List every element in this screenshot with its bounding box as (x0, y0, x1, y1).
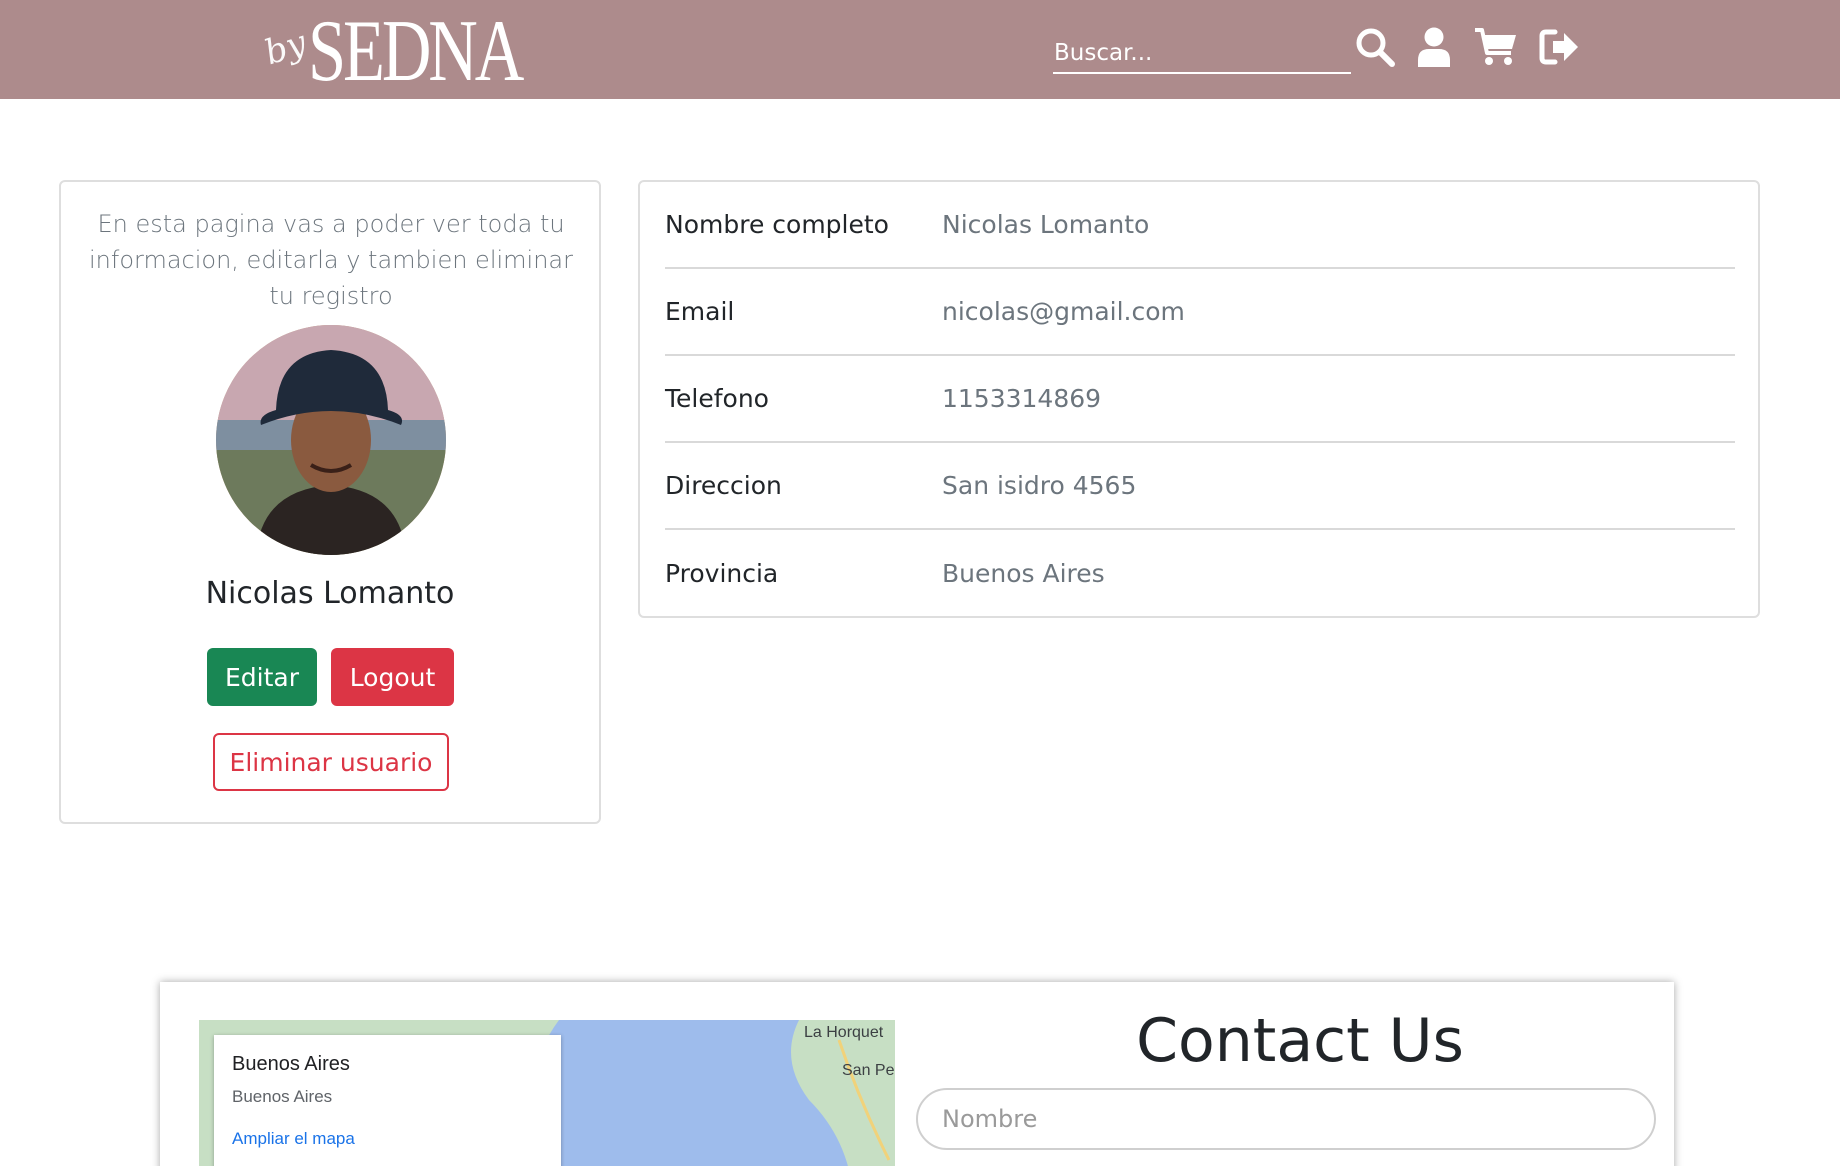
top-navbar: by SEDNA (0, 0, 1840, 99)
map-title: Buenos Aires (232, 1053, 350, 1075)
info-value: Buenos Aires (942, 559, 1105, 588)
map-place-label: La Horquet (804, 1024, 884, 1041)
profile-intro-text: En esta pagina vas a poder ver toda tu i… (89, 210, 573, 310)
enlarge-map-link[interactable]: Ampliar el mapa (232, 1129, 355, 1149)
info-label: Nombre completo (665, 210, 889, 239)
search-input[interactable] (1053, 34, 1351, 74)
info-label: Email (665, 297, 735, 326)
profile-card: En esta pagina vas a poder ver toda tu i… (59, 180, 601, 824)
info-row-address: Direccion San isidro 4565 (665, 443, 1735, 530)
map-place-label: San Pe (842, 1062, 895, 1079)
info-label: Provincia (665, 559, 779, 588)
logo-name: SEDNA (307, 3, 524, 100)
delete-user-button[interactable]: Eliminar usuario (213, 733, 449, 791)
sedna-logo[interactable]: by SEDNA (260, 3, 581, 100)
logout-icon[interactable] (1538, 24, 1582, 70)
cart-icon[interactable] (1474, 24, 1518, 70)
info-value: Nicolas Lomanto (942, 210, 1150, 239)
logout-button[interactable]: Logout (331, 648, 454, 706)
info-row-email: Email nicolas@gmail.com (665, 269, 1735, 356)
info-value: 1153314869 (942, 384, 1102, 413)
map-subtitle: Buenos Aires (232, 1087, 333, 1106)
contact-name-field[interactable] (916, 1088, 1656, 1150)
contact-title: Contact Us (1136, 1006, 1464, 1076)
contact-section: La Horquet San Pe Buenos Aires Buenos Ai… (160, 982, 1674, 1166)
search-icon[interactable] (1353, 24, 1397, 70)
map-info-card: Buenos Aires Buenos Aires Ampliar el map… (214, 1035, 561, 1166)
info-value: nicolas@gmail.com (942, 297, 1185, 326)
user-info-card: Nombre completo Nicolas Lomanto Email ni… (638, 180, 1760, 618)
profile-name: Nicolas Lomanto (205, 576, 455, 611)
info-label: Direccion (665, 471, 782, 500)
info-value: San isidro 4565 (942, 471, 1137, 500)
edit-button[interactable]: Editar (207, 648, 317, 706)
info-row-phone: Telefono 1153314869 (665, 356, 1735, 443)
avatar (216, 325, 446, 555)
user-icon[interactable] (1412, 24, 1456, 70)
info-label: Telefono (665, 384, 769, 413)
info-row-province: Provincia Buenos Aires (665, 530, 1735, 617)
embedded-map[interactable]: La Horquet San Pe Buenos Aires Buenos Ai… (199, 1020, 895, 1166)
info-row-full-name: Nombre completo Nicolas Lomanto (665, 182, 1735, 269)
logo-prefix: by (259, 22, 312, 74)
